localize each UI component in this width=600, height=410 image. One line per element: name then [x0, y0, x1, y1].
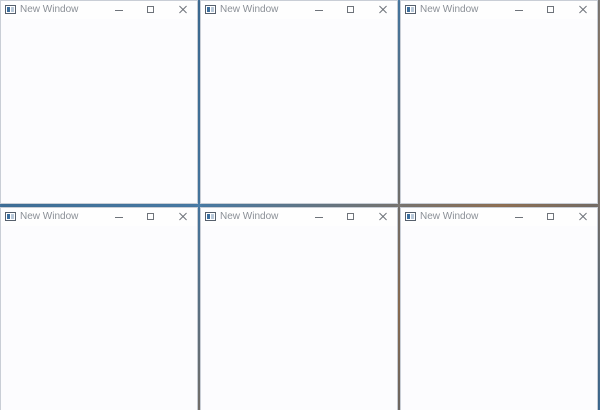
- title-bar[interactable]: New Window: [201, 208, 397, 226]
- maximize-icon[interactable]: [143, 210, 159, 224]
- minimize-icon[interactable]: [511, 3, 527, 17]
- app-window-icon: [205, 5, 216, 14]
- close-icon[interactable]: [575, 210, 591, 224]
- window-title: New Window: [20, 4, 79, 15]
- window-title: New Window: [220, 211, 279, 222]
- window-5[interactable]: New Window: [200, 207, 398, 410]
- maximize-icon[interactable]: [343, 3, 359, 17]
- window-title: New Window: [220, 4, 279, 15]
- minimize-icon[interactable]: [511, 210, 527, 224]
- minimize-icon[interactable]: [111, 210, 127, 224]
- window-1[interactable]: New Window: [0, 0, 198, 204]
- close-icon[interactable]: [375, 3, 391, 17]
- close-icon[interactable]: [175, 3, 191, 17]
- window-content: [1, 226, 197, 410]
- title-bar[interactable]: New Window: [1, 1, 197, 19]
- window-content: [201, 19, 397, 203]
- minimize-icon[interactable]: [111, 3, 127, 17]
- app-window-icon: [405, 212, 416, 221]
- window-2[interactable]: New Window: [200, 0, 398, 204]
- app-window-icon: [5, 5, 16, 14]
- maximize-icon[interactable]: [543, 210, 559, 224]
- window-content: [401, 226, 597, 410]
- minimize-icon[interactable]: [311, 3, 327, 17]
- title-bar[interactable]: New Window: [1, 208, 197, 226]
- window-content: [201, 226, 397, 410]
- window-title: New Window: [420, 211, 479, 222]
- close-icon[interactable]: [375, 210, 391, 224]
- window-content: [401, 19, 597, 203]
- window-content: [1, 19, 197, 203]
- minimize-icon[interactable]: [311, 210, 327, 224]
- maximize-icon[interactable]: [143, 3, 159, 17]
- title-bar[interactable]: New Window: [201, 1, 397, 19]
- app-window-icon: [205, 212, 216, 221]
- app-window-icon: [405, 5, 416, 14]
- window-3[interactable]: New Window: [400, 0, 598, 204]
- window-title: New Window: [420, 4, 479, 15]
- title-bar[interactable]: New Window: [401, 208, 597, 226]
- window-title: New Window: [20, 211, 79, 222]
- window-6[interactable]: New Window: [400, 207, 598, 410]
- maximize-icon[interactable]: [343, 210, 359, 224]
- window-4[interactable]: New Window: [0, 207, 198, 410]
- maximize-icon[interactable]: [543, 3, 559, 17]
- close-icon[interactable]: [575, 3, 591, 17]
- title-bar[interactable]: New Window: [401, 1, 597, 19]
- app-window-icon: [5, 212, 16, 221]
- close-icon[interactable]: [175, 210, 191, 224]
